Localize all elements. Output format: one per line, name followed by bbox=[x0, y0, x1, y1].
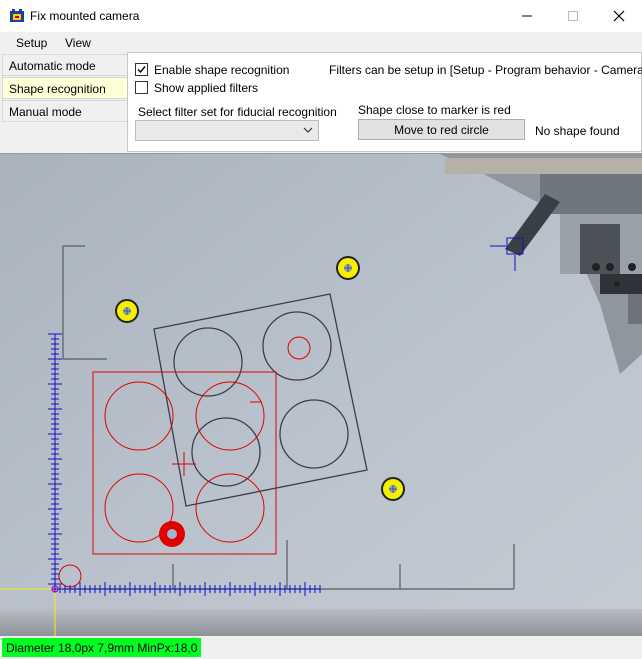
camera-window: Fix mounted camera Setup View Automatic … bbox=[0, 0, 642, 659]
filter-set-select[interactable] bbox=[135, 120, 319, 141]
tab-automatic-mode[interactable]: Automatic mode bbox=[2, 54, 128, 76]
enable-shape-recognition-label[interactable]: Enable shape recognition bbox=[154, 63, 289, 77]
shape-close-label: Shape close to marker is red bbox=[358, 103, 511, 117]
menu-view[interactable]: View bbox=[65, 36, 91, 50]
shape-recognition-panel: Enable shape recognition Show applied fi… bbox=[127, 52, 642, 152]
maximize-button[interactable] bbox=[550, 0, 596, 32]
shape-status-text: No shape found bbox=[535, 124, 620, 138]
status-bar: Diameter 18,0px 7,9mm MinPx:18,0 bbox=[0, 636, 642, 659]
app-icon bbox=[10, 9, 24, 22]
show-applied-filters-checkbox[interactable] bbox=[135, 81, 148, 94]
fiducial-marker bbox=[115, 299, 139, 323]
tab-shape-recognition[interactable]: Shape recognition bbox=[2, 77, 128, 99]
close-button[interactable] bbox=[596, 0, 642, 32]
title-bar: Fix mounted camera bbox=[0, 0, 642, 32]
show-applied-filters-label[interactable]: Show applied filters bbox=[154, 81, 258, 95]
checkmark-icon bbox=[137, 66, 146, 74]
filter-set-label: Select filter set for fiducial recogniti… bbox=[138, 105, 337, 119]
camera-image[interactable] bbox=[0, 154, 642, 636]
filters-info-text: Filters can be setup in [Setup - Program… bbox=[329, 63, 642, 77]
diameter-status: Diameter 18,0px 7,9mm MinPx:18,0 bbox=[2, 638, 202, 657]
minimize-icon bbox=[522, 15, 532, 17]
minimize-button[interactable] bbox=[504, 0, 550, 32]
fiducial-marker bbox=[381, 477, 405, 501]
enable-shape-recognition-checkbox[interactable] bbox=[135, 63, 148, 76]
bottom-edge bbox=[0, 609, 642, 636]
pcb-surface bbox=[0, 154, 642, 636]
menu-bar: Setup View bbox=[0, 32, 642, 52]
maximize-icon bbox=[568, 11, 578, 21]
close-icon bbox=[613, 10, 625, 22]
chevron-down-icon bbox=[303, 127, 313, 133]
target-marker bbox=[159, 521, 185, 547]
fiducial-marker bbox=[336, 256, 360, 280]
move-to-red-circle-button[interactable]: Move to red circle bbox=[358, 119, 525, 140]
camera-view[interactable] bbox=[0, 153, 642, 636]
window-title: Fix mounted camera bbox=[30, 9, 140, 23]
menu-setup[interactable]: Setup bbox=[16, 36, 47, 50]
tab-manual-mode[interactable]: Manual mode bbox=[2, 100, 128, 122]
